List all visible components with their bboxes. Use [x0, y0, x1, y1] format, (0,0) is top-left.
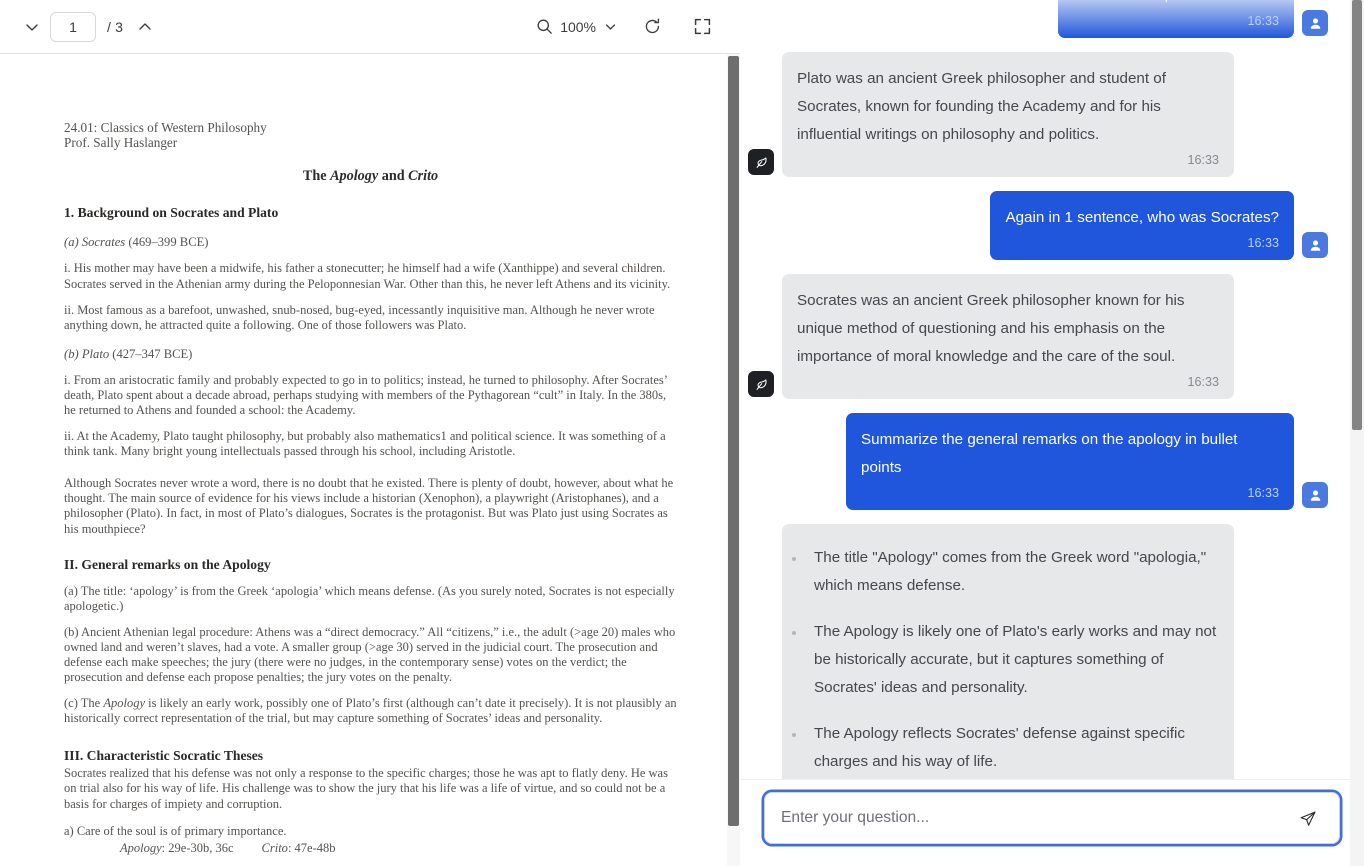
doc-section-3-intro: Socrates realized that his defense was n…	[64, 766, 668, 811]
chat-composer[interactable]	[764, 792, 1340, 844]
doc-socrates-item-i: i. His mother may have been a midwife, h…	[64, 261, 671, 291]
quill-bot-avatar-icon	[748, 371, 774, 397]
doc-title-prefix: The	[302, 168, 331, 185]
chat-message-timestamp: 16:33	[1247, 236, 1279, 250]
user-avatar-icon	[1302, 482, 1328, 508]
chat-message-text: Plato was an ancient Greek philosopher a…	[797, 70, 1166, 143]
doc-thesis-a-references: Apology: 29e-30b, 36c Crito: 47e-48b	[64, 841, 677, 856]
doc-socrates-dates: (469–399 BCE)	[125, 235, 209, 250]
doc-thesis-a-ref2-label: Crito	[261, 840, 288, 855]
doc-section-2-heading: II. General remarks on the Apology	[64, 556, 271, 572]
chat-message-user: Again in 1 sentence, who was Socrates? 1…	[748, 191, 1328, 260]
doc-remark-c-post: is likely an early work, possibly one of…	[64, 696, 677, 726]
chat-scrollbar-thumb[interactable]	[1352, 0, 1362, 430]
doc-thesis-a-ref2-value: : 47e-48b	[287, 840, 336, 855]
chat-message-timestamp: 16:33	[1247, 486, 1279, 500]
doc-thesis-a-ref1-value: : 29e-30b, 36c	[161, 840, 234, 855]
doc-socrates-item-ii: ii. Most famous as a barefoot, unwashed,…	[64, 302, 655, 332]
chat-panel: In 1 sentence, who was Plato? 16:33	[740, 0, 1364, 866]
doc-socrates-subheading: (a) Socrates (469–399 BCE)	[64, 235, 677, 250]
pdf-toolbar: / 3 100%	[0, 0, 740, 54]
chat-message-text: In 1 sentence, who was Plato?	[1073, 0, 1279, 10]
doc-title-apology: Apology	[330, 168, 379, 185]
pdf-page-content: 24.01: Classics of Western Philosophy Pr…	[0, 54, 731, 866]
doc-remark-c: (c) The Apology is likely an early work,…	[64, 696, 677, 726]
chevron-down-icon[interactable]	[602, 19, 618, 35]
chat-message-bot-bullets: The title "Apology" comes from the Greek…	[748, 524, 1328, 779]
pdf-scrollbar-track[interactable]	[727, 54, 740, 866]
search-icon	[534, 17, 554, 37]
pdf-scrollbar-thumb[interactable]	[728, 56, 739, 826]
user-avatar-icon	[1302, 232, 1328, 258]
doc-thesis-a-ref1-label: Apology	[120, 840, 162, 855]
next-page-button[interactable]	[129, 11, 161, 43]
doc-section-3-heading: III. Characteristic Socratic Theses	[64, 748, 264, 764]
doc-thesis-a: a) Care of the soul is of primary import…	[64, 823, 287, 838]
doc-plato-subheading: (b) Plato (427–347 BCE)	[64, 347, 677, 362]
chat-input[interactable]	[779, 808, 1293, 828]
doc-remark-a: (a) The title: ‘apology’ is from the Gre…	[64, 583, 675, 613]
chat-bubble-bot[interactable]: Socrates was an ancient Greek philosophe…	[782, 274, 1234, 399]
doc-remark-c-pre: (c) The	[64, 696, 104, 711]
chat-message-text: Socrates was an ancient Greek philosophe…	[797, 292, 1185, 365]
doc-professor-line: Prof. Sally Haslanger	[64, 135, 178, 151]
chat-message-timestamp: 16:33	[1187, 375, 1219, 389]
doc-title-and: and	[378, 168, 409, 185]
doc-plato-label: (b) Plato	[64, 346, 110, 361]
doc-remark-c-apology: Apology	[103, 696, 146, 711]
page-total-label: / 3	[107, 18, 124, 35]
chat-bubble-user[interactable]: Summarize the general remarks on the apo…	[846, 413, 1294, 510]
doc-title-crito: Crito	[408, 168, 439, 185]
list-item: The title "Apology" comes from the Greek…	[792, 544, 1219, 600]
chat-bubble-user[interactable]: Again in 1 sentence, who was Socrates? 1…	[990, 191, 1294, 260]
user-avatar-icon	[1302, 10, 1328, 36]
doc-plato-item-i: i. From an aristocratic family and proba…	[64, 372, 667, 417]
chat-message-bot: Socrates was an ancient Greek philosophe…	[748, 274, 1328, 399]
pdf-document-scroll-area[interactable]: 24.01: Classics of Western Philosophy Pr…	[0, 54, 740, 866]
zoom-control[interactable]: 100%	[534, 17, 618, 37]
doc-plato-closing-paragraph: Although Socrates never wrote a word, th…	[64, 476, 674, 536]
chat-message-timestamp: 16:33	[1247, 14, 1279, 28]
chat-bubble-user[interactable]: In 1 sentence, who was Plato? 16:33	[1057, 0, 1294, 38]
pdf-viewer-panel: / 3 100%	[0, 0, 740, 866]
chat-bubble-bot[interactable]: The title "Apology" comes from the Greek…	[782, 524, 1234, 779]
chat-message-list: In 1 sentence, who was Plato? 16:33	[748, 0, 1328, 779]
pdf-toolbar-actions: 100%	[534, 11, 718, 43]
doc-plato-dates: (427–347 BCE)	[109, 346, 193, 361]
doc-title: The Apology and Crito	[64, 168, 677, 185]
quill-bot-avatar-icon	[748, 149, 774, 175]
chat-composer-area	[740, 779, 1364, 866]
doc-remark-b: (b) Ancient Athenian legal procedure: At…	[64, 624, 676, 685]
list-item: The Apology reflects Socrates' defense a…	[792, 720, 1219, 776]
page-number-input[interactable]	[50, 11, 96, 42]
chat-message-user: In 1 sentence, who was Plato? 16:33	[748, 0, 1328, 38]
chat-scrollbar-track[interactable]	[1350, 0, 1364, 866]
chat-message-user: Summarize the general remarks on the apo…	[748, 413, 1328, 510]
doc-section-1-heading: 1. Background on Socrates and Plato	[64, 205, 279, 221]
app-root: / 3 100%	[0, 0, 1364, 866]
list-item: The Apology is likely one of Plato's ear…	[792, 618, 1219, 702]
previous-page-button[interactable]	[16, 11, 48, 43]
chat-bubble-bot[interactable]: Plato was an ancient Greek philosopher a…	[782, 52, 1234, 177]
zoom-level-label: 100%	[560, 18, 596, 35]
doc-course-line: 24.01: Classics of Western Philosophy	[64, 120, 267, 135]
chat-message-scroll-area[interactable]: In 1 sentence, who was Plato? 16:33	[740, 0, 1364, 779]
pdf-page-navigation: / 3	[16, 11, 161, 43]
chat-message-bot: Plato was an ancient Greek philosopher a…	[748, 52, 1328, 177]
bullet-list: The title "Apology" comes from the Greek…	[788, 544, 1219, 776]
doc-socrates-label: (a) Socrates	[64, 235, 126, 250]
rotate-refresh-button[interactable]	[636, 11, 668, 43]
fullscreen-button[interactable]	[686, 11, 718, 43]
chat-message-timestamp: 16:33	[1187, 153, 1219, 167]
chat-message-text: Again in 1 sentence, who was Socrates?	[1005, 209, 1279, 226]
doc-plato-item-ii: ii. At the Academy, Plato taught philoso…	[64, 429, 666, 459]
send-message-button[interactable]	[1293, 803, 1323, 833]
chat-message-text: Summarize the general remarks on the apo…	[861, 431, 1238, 476]
